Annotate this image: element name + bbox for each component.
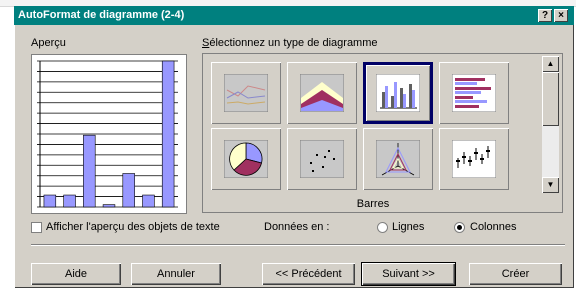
rows-label: Lignes	[392, 221, 425, 233]
preview-bar	[142, 194, 155, 208]
scroll-thumb[interactable]	[542, 72, 559, 126]
chart-type-grid: Barres	[205, 56, 539, 210]
preview-bar	[63, 194, 76, 208]
separator	[31, 244, 565, 246]
chart-preview	[31, 54, 187, 214]
horizontal-bar-chart-icon	[452, 74, 496, 112]
preview-bar	[43, 194, 57, 208]
chart-type-label-text: électionnez un type de diagramme	[209, 37, 378, 49]
stock-chart-icon	[452, 140, 496, 178]
data-in-label: Données en :	[264, 221, 330, 233]
tile-horizontal-bars[interactable]	[439, 62, 509, 124]
bar-chart-icon	[376, 74, 420, 112]
preview-label: Aperçu	[31, 37, 66, 49]
tile-stock[interactable]	[439, 128, 509, 190]
preview-bar	[102, 204, 116, 208]
tile-pie[interactable]	[211, 128, 281, 190]
preview-bar	[122, 173, 135, 208]
title-bar: AutoFormat de diagramme (2-4) ? ×	[14, 6, 574, 25]
pie-chart-icon	[224, 140, 268, 178]
window-title: AutoFormat de diagramme (2-4)	[18, 9, 185, 21]
chart-type-label: Sélectionnez un type de diagramme	[202, 37, 378, 49]
scroll-down-button[interactable]: ▼	[542, 177, 559, 193]
cancel-button-label: Annuler	[157, 268, 195, 280]
columns-label: Colonnes	[470, 221, 517, 233]
preview-bar	[161, 60, 175, 208]
arrow-up-icon: ▲	[546, 59, 555, 68]
help-title-button[interactable]: ?	[538, 9, 552, 22]
create-button-label: Créer	[501, 268, 530, 280]
chart-type-gallery: Barres ▲ ▼	[202, 53, 563, 213]
tile-radar[interactable]	[363, 128, 433, 190]
gallery-scrollbar[interactable]: ▲ ▼	[542, 56, 559, 193]
scatter-chart-icon	[300, 140, 344, 178]
radar-chart-icon	[376, 140, 420, 178]
show-text-preview-checkbox[interactable]	[31, 222, 42, 233]
create-button[interactable]: Créer	[469, 263, 562, 285]
preview-chart	[37, 60, 178, 208]
close-icon: ×	[558, 10, 564, 21]
selected-chart-type-name: Barres	[356, 198, 390, 210]
columns-radio[interactable]	[454, 222, 465, 233]
tile-scatter[interactable]	[287, 128, 357, 190]
next-button[interactable]: Suivant >>	[361, 262, 456, 286]
tile-bars[interactable]	[363, 62, 433, 124]
close-title-button[interactable]: ×	[554, 9, 568, 22]
line-chart-icon	[224, 74, 268, 112]
help-button-label: Aide	[64, 268, 88, 280]
help-button[interactable]: Aide	[31, 263, 121, 285]
autoformat-dialog: AutoFormat de diagramme (2-4) ? × Aperçu…	[14, 6, 574, 288]
area-chart-icon	[300, 74, 344, 112]
arrow-down-icon: ▼	[546, 180, 555, 189]
show-text-preview-label: Afficher l'aperçu des objets de texte	[46, 221, 220, 233]
scroll-up-button[interactable]: ▲	[542, 56, 559, 72]
previous-button-label: << Précédent	[275, 268, 342, 280]
preview-bar	[83, 134, 96, 208]
tile-area[interactable]	[287, 62, 357, 124]
rows-radio[interactable]	[377, 222, 388, 233]
next-button-label: Suivant >>	[382, 268, 435, 280]
cancel-button[interactable]: Annuler	[131, 263, 221, 285]
previous-button[interactable]: << Précédent	[262, 263, 355, 285]
tile-lines[interactable]	[211, 62, 281, 124]
question-icon: ?	[541, 10, 549, 21]
